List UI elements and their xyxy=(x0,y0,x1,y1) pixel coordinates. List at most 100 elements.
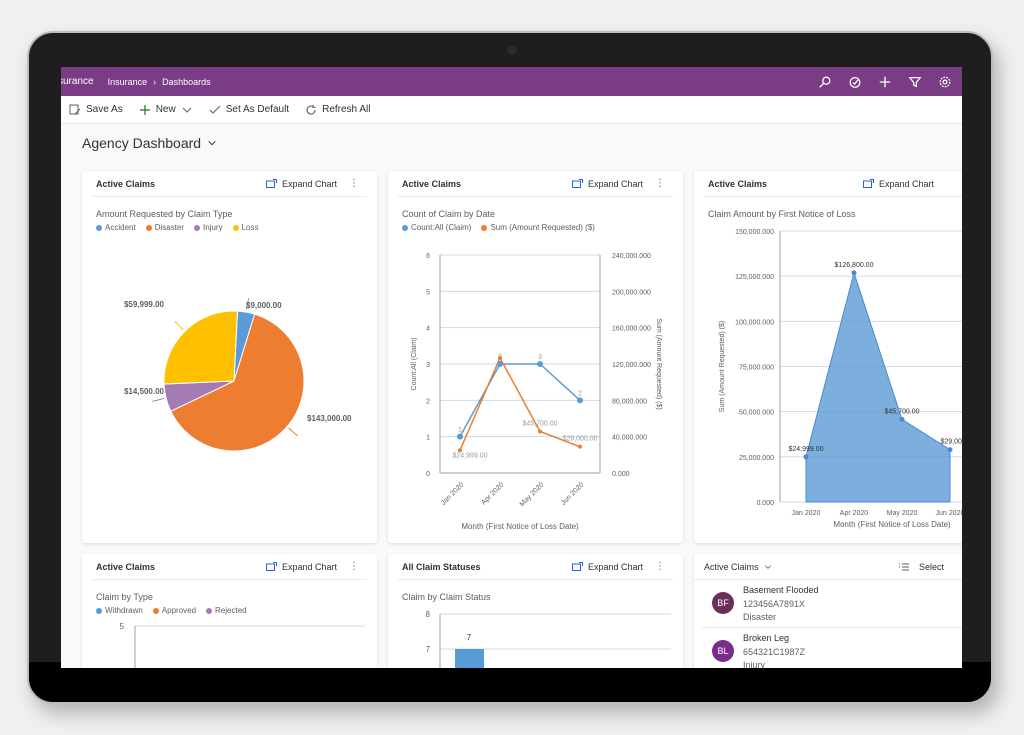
bar-label: 7 xyxy=(467,633,472,642)
dashboard-selector[interactable]: Agency Dashboard xyxy=(82,135,217,151)
x-tick: Jan 2020 xyxy=(440,481,465,506)
y-tick: 6 xyxy=(426,253,430,260)
app-name[interactable]: surance xyxy=(61,76,94,87)
list-item[interactable]: BF Basement Flooded 123456A7891X Disaste… xyxy=(702,580,962,628)
save-as-icon xyxy=(69,104,81,114)
select-button[interactable]: Select xyxy=(898,562,944,572)
legend-injury[interactable]: Injury xyxy=(194,223,223,232)
x-axis-label: Month (First Notice of Loss Date) xyxy=(833,520,951,529)
more-options-button[interactable]: ⋮ xyxy=(655,561,665,572)
legend-rejected[interactable]: Rejected xyxy=(206,606,247,615)
card-title: All Claim Statuses xyxy=(402,561,481,572)
legend-sum[interactable]: Sum (Amount Requested) ($) xyxy=(481,223,595,232)
y2-tick: 120,000.000 xyxy=(612,362,651,369)
area-fill xyxy=(805,271,951,503)
y-axis-label: Count:All (Claim) xyxy=(411,338,418,391)
y-tick: 125,000.000 xyxy=(735,274,774,281)
claim-title[interactable]: Broken Leg xyxy=(743,632,805,646)
y2-tick: 200,000.000 xyxy=(612,289,651,296)
data-label: $29,000.00 xyxy=(940,439,962,446)
x-axis-label: Month (First Notice of Loss Date) xyxy=(461,522,579,531)
filter-icon[interactable] xyxy=(908,75,922,89)
search-icon[interactable] xyxy=(818,75,832,89)
more-options-button[interactable]: ⋮ xyxy=(349,178,359,189)
more-options-button[interactable]: ⋮ xyxy=(349,561,359,572)
avatar: BL xyxy=(712,640,734,662)
x-tick: Jun 2020 xyxy=(560,481,585,506)
y-tick: 0 xyxy=(426,471,430,478)
camera xyxy=(507,45,517,55)
gear-icon[interactable] xyxy=(938,75,952,89)
list-item[interactable]: BL Broken Leg 654321C1987Z Injury ⋮ xyxy=(702,628,962,668)
refresh-all-button[interactable]: Refresh All xyxy=(305,104,370,116)
card-active-claims-list: Active Claims Select BF Basement Flooded… xyxy=(694,554,962,668)
area-chart: 0.000 25,000.000 50,000.000 75,000.000 100,0… xyxy=(719,229,962,529)
x-tick: May 2020 xyxy=(519,481,546,508)
expand-chart-button[interactable]: Expand Chart xyxy=(265,179,337,189)
legend-disaster[interactable]: Disaster xyxy=(145,223,184,232)
data-label: $143,000.00 xyxy=(307,414,352,423)
data-label-sum: $45,700.00 xyxy=(522,420,557,427)
chevron-down-icon xyxy=(208,140,216,146)
data-label-count: 1 xyxy=(458,427,462,434)
bar-chart-status: 8 7 7 xyxy=(426,610,671,668)
chart-title: Amount Requested by Claim Type xyxy=(96,209,233,219)
data-label: $45,700.00 xyxy=(884,408,919,415)
y-tick: 0.000 xyxy=(756,500,774,507)
y-tick: 7 xyxy=(426,645,431,654)
point-count xyxy=(537,361,543,367)
legend-approved[interactable]: Approved xyxy=(152,606,196,615)
data-label: $9,000.00 xyxy=(246,301,282,310)
line-chart: 0 0.000 1 40,000.000 2 80,000.000 3 120,000.000… xyxy=(411,253,662,531)
save-as-button[interactable]: Save As xyxy=(69,104,123,116)
data-label-sum: $29,000.00 xyxy=(562,436,597,443)
data-label: $14,500.00 xyxy=(124,387,165,396)
new-label: New xyxy=(155,104,176,115)
leader-line xyxy=(288,427,298,437)
legend-count[interactable]: Count:All (Claim) xyxy=(402,223,471,232)
set-as-default-button[interactable]: Set As Default xyxy=(209,104,289,116)
assistant-icon[interactable] xyxy=(848,75,862,89)
view-selector[interactable]: Active Claims xyxy=(704,562,772,572)
check-icon xyxy=(209,105,221,114)
plus-icon[interactable] xyxy=(878,75,892,89)
area-point xyxy=(899,416,905,422)
y-tick: 4 xyxy=(426,326,430,333)
legend-withdrawn[interactable]: Withdrawn xyxy=(96,606,143,615)
expand-icon xyxy=(862,179,874,188)
expand-chart-button[interactable]: Expand Chart xyxy=(862,179,934,189)
claim-id: 654321C1987Z xyxy=(743,646,806,657)
breadcrumb: Insurance › Dashboards xyxy=(108,77,211,87)
card-title: Active Claims xyxy=(96,178,156,189)
expand-icon xyxy=(571,562,583,571)
chart-legend: Count:All (Claim) Sum (Amount Requested)… xyxy=(402,223,683,232)
list-title: Active Claims xyxy=(704,561,759,572)
y-tick: 2 xyxy=(426,398,430,405)
chevron-down-icon xyxy=(764,564,771,569)
y-tick: 25,000.000 xyxy=(739,455,774,462)
more-options-button[interactable]: ⋮ xyxy=(655,178,665,189)
expand-chart-button[interactable]: Expand Chart xyxy=(571,562,643,572)
card-count-by-date: Active Claims Expand Chart ⋮ Count of Cl… xyxy=(388,171,683,543)
legend-accident[interactable]: Accident xyxy=(96,223,136,232)
breadcrumb-insurance[interactable]: Insurance xyxy=(108,77,148,87)
card-title: Active Claims xyxy=(708,178,768,189)
y-tick: 5 xyxy=(120,622,125,631)
legend-loss[interactable]: Loss xyxy=(232,223,259,232)
claim-title[interactable]: Basement Flooded xyxy=(743,584,819,598)
y2-tick: 40,000.000 xyxy=(612,435,647,442)
chevron-down-icon[interactable] xyxy=(181,104,193,116)
chart-legend: Withdrawn Approved Rejected xyxy=(96,606,377,615)
expand-chart-button[interactable]: Expand Chart xyxy=(571,179,643,189)
new-button[interactable]: New xyxy=(139,104,193,116)
breadcrumb-dashboards[interactable]: Dashboards xyxy=(162,77,211,87)
y2-tick: 80,000.000 xyxy=(612,398,647,405)
point-count xyxy=(457,433,463,440)
card-amount-by-claim-type: Active Claims Expand Chart ⋮ Amount Requ… xyxy=(82,171,377,543)
expand-chart-button[interactable]: Expand Chart xyxy=(265,562,337,572)
y2-tick: 240,000.000 xyxy=(612,253,651,260)
pie-chart: $9,000.00 $143,000.00 $14,500.00 $59,999.00 xyxy=(124,298,352,452)
data-label-count: 2 xyxy=(578,390,582,397)
avatar: BF xyxy=(712,592,734,614)
y-tick: 50,000.000 xyxy=(739,410,774,417)
